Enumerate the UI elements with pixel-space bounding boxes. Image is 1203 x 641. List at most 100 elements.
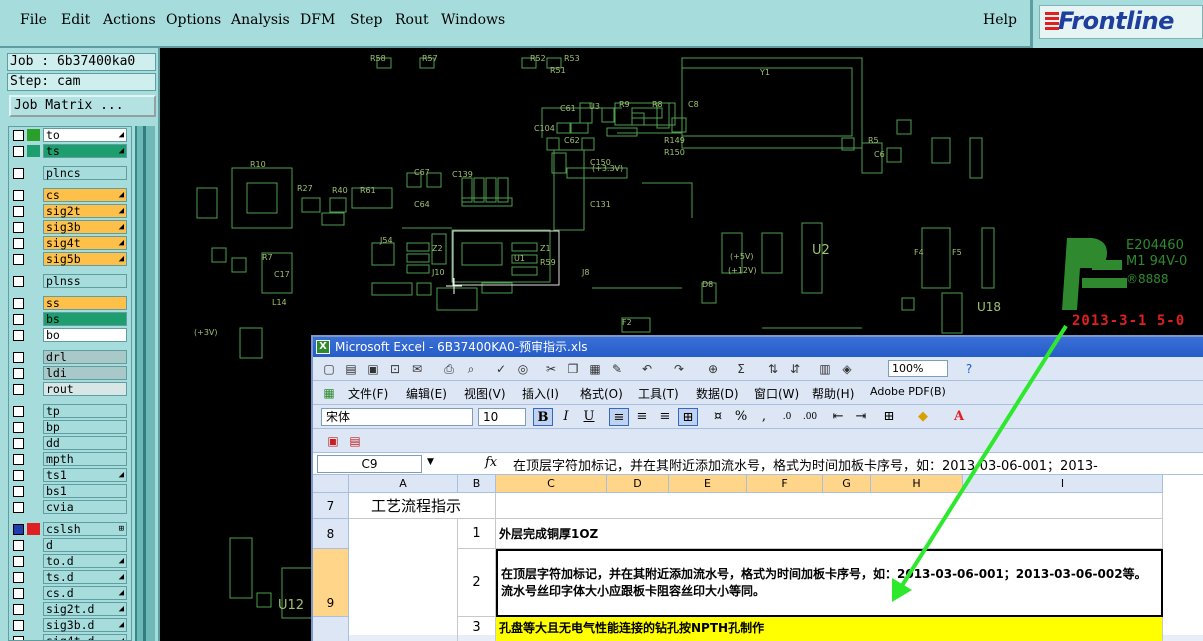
row-header[interactable]: 9 <box>313 549 349 617</box>
increase-decimal-icon[interactable]: .0 <box>777 408 797 426</box>
layer-color-swatch[interactable] <box>27 237 40 249</box>
sort-descending-icon[interactable]: ⇵ <box>787 361 803 377</box>
layer-checkbox[interactable] <box>13 351 24 363</box>
print-icon[interactable]: ⎙ <box>441 361 457 377</box>
layer-row-plnss[interactable]: plnss <box>9 273 131 289</box>
excel-menu-window[interactable]: 窗口(W) <box>754 385 799 402</box>
align-center-icon[interactable]: ≡ <box>632 408 652 426</box>
cell-c10[interactable]: 孔盘等大且无电气性能连接的钻孔按NPTH孔制作 <box>496 617 1163 641</box>
excel-menu-edit[interactable]: 编辑(E) <box>406 385 447 402</box>
layer-color-swatch[interactable] <box>27 501 40 513</box>
layer-row-sig2t[interactable]: sig2t ◢ <box>9 203 131 219</box>
layer-checkbox[interactable] <box>13 603 24 615</box>
excel-window[interactable]: X Microsoft Excel - 6B37400KA0-预审指示.xls … <box>311 335 1203 641</box>
layer-color-swatch[interactable] <box>27 485 40 497</box>
layer-name[interactable]: sig5b ◢ <box>43 252 127 266</box>
layer-row-tp[interactable]: tp <box>9 403 131 419</box>
layer-row-cs[interactable]: cs ◢ <box>9 187 131 203</box>
column-header[interactable]: E <box>669 475 747 493</box>
layer-list-scrollbar[interactable] <box>135 126 155 641</box>
layer-name[interactable]: plnss <box>43 274 127 288</box>
menu-file[interactable]: File <box>20 12 47 28</box>
layer-checkbox[interactable] <box>13 205 24 217</box>
copy-icon[interactable]: ❐ <box>565 361 581 377</box>
cell-b8[interactable]: 1 <box>458 519 496 549</box>
layer-color-swatch[interactable] <box>27 297 40 309</box>
layer-name[interactable]: ts ◢ <box>43 144 127 158</box>
column-header[interactable]: I <box>963 475 1163 493</box>
layer-name[interactable]: bs1 <box>43 484 127 498</box>
cell-b9[interactable]: 2 <box>458 549 496 617</box>
column-header[interactable]: D <box>607 475 669 493</box>
layer-name[interactable]: drl <box>43 350 127 364</box>
layer-checkbox[interactable] <box>13 501 24 513</box>
layer-color-swatch[interactable] <box>27 221 40 233</box>
layer-row-drl[interactable]: drl <box>9 349 131 365</box>
save-icon[interactable]: ▣ <box>365 361 381 377</box>
email-icon[interactable]: ✉ <box>409 361 425 377</box>
currency-icon[interactable]: ¤ <box>708 408 728 426</box>
layer-checkbox[interactable] <box>13 405 24 417</box>
underline-icon[interactable]: U <box>579 408 599 426</box>
select-all-corner[interactable] <box>313 475 349 493</box>
layer-row-cs-d[interactable]: cs.d ◢ <box>9 585 131 601</box>
layer-checkbox[interactable] <box>13 437 24 449</box>
excel-menu-adobe-pdf[interactable]: Adobe PDF(B) <box>870 385 946 398</box>
layer-name[interactable]: bs <box>43 312 127 326</box>
permission-icon[interactable]: ⊡ <box>387 361 403 377</box>
layer-name[interactable]: sig2t ◢ <box>43 204 127 218</box>
layer-name[interactable]: mpth <box>43 452 127 466</box>
name-box-dropdown-icon[interactable]: ▼ <box>427 457 434 467</box>
layer-color-swatch[interactable] <box>27 405 40 417</box>
layer-row-sig4t-d[interactable]: sig4t.d ◢ <box>9 633 131 640</box>
layer-color-swatch[interactable] <box>27 587 40 599</box>
layer-color-swatch[interactable] <box>27 253 40 265</box>
layer-name[interactable]: cs ◢ <box>43 188 127 202</box>
hyperlink-icon[interactable]: ⊕ <box>705 361 721 377</box>
cell-a8[interactable] <box>349 519 458 641</box>
layer-color-swatch[interactable] <box>27 571 40 583</box>
layer-name[interactable]: ldi <box>43 366 127 380</box>
layer-name[interactable]: dd <box>43 436 127 450</box>
cell-a7[interactable]: 工艺流程指示 <box>349 493 496 519</box>
layer-checkbox[interactable] <box>13 167 24 179</box>
layer-row-bs1[interactable]: bs1 <box>9 483 131 499</box>
layer-name[interactable]: cvia <box>43 500 127 514</box>
excel-menu-data[interactable]: 数据(D) <box>696 385 739 402</box>
layer-color-swatch[interactable] <box>27 275 40 287</box>
layer-color-swatch[interactable] <box>27 555 40 567</box>
layer-row-cvia[interactable]: cvia <box>9 499 131 515</box>
menu-actions[interactable]: Actions <box>103 12 156 28</box>
excel-title-bar[interactable]: X Microsoft Excel - 6B37400KA0-预审指示.xls <box>313 337 1203 357</box>
redo-icon[interactable]: ↷ <box>671 361 687 377</box>
row-header[interactable] <box>313 617 349 641</box>
layer-name[interactable]: sig3b ◢ <box>43 220 127 234</box>
layer-color-swatch[interactable] <box>27 205 40 217</box>
layer-name[interactable]: to.d ◢ <box>43 554 127 568</box>
print-preview-icon[interactable]: ⌕ <box>463 361 479 377</box>
layer-color-swatch[interactable] <box>27 421 40 433</box>
layer-row-sig3b-d[interactable]: sig3b.d ◢ <box>9 617 131 633</box>
bold-icon[interactable]: B <box>533 408 553 426</box>
layer-row-plncs[interactable]: plncs <box>9 165 131 181</box>
font-color-icon[interactable]: A <box>949 408 969 426</box>
research-icon[interactable]: ◎ <box>515 361 531 377</box>
merge-center-icon[interactable]: ⊞ <box>678 408 698 426</box>
layer-color-swatch[interactable] <box>27 437 40 449</box>
layer-name[interactable]: sig4t ◢ <box>43 236 127 250</box>
layer-checkbox[interactable] <box>13 237 24 249</box>
borders-icon[interactable]: ⊞ <box>879 408 899 426</box>
layer-color-swatch[interactable] <box>27 189 40 201</box>
row-header[interactable]: 8 <box>313 519 349 549</box>
excel-menu-file[interactable]: 文件(F) <box>348 385 388 402</box>
cell-c8[interactable]: 外层完成铜厚1OZ <box>496 519 1163 549</box>
new-icon[interactable]: ▢ <box>321 361 337 377</box>
paste-icon[interactable]: ▦ <box>587 361 603 377</box>
menu-step[interactable]: Step <box>350 12 382 28</box>
drawing-icon[interactable]: ◈ <box>839 361 855 377</box>
job-matrix-button[interactable]: Job Matrix ... <box>9 95 156 117</box>
layer-checkbox[interactable] <box>13 453 24 465</box>
layer-checkbox[interactable] <box>13 485 24 497</box>
column-header[interactable]: H <box>871 475 963 493</box>
layer-row-to-d[interactable]: to.d ◢ <box>9 553 131 569</box>
